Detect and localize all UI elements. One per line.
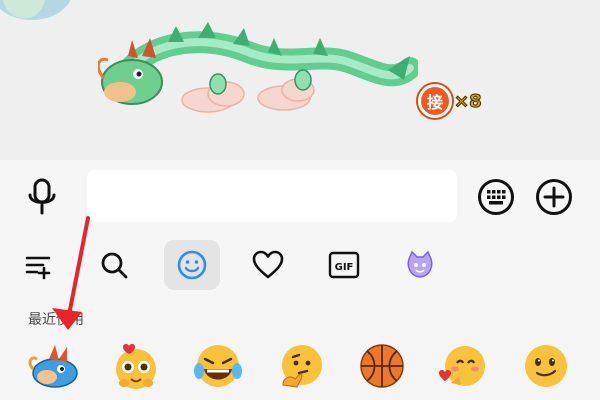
- tab-cat-stickers[interactable]: [392, 240, 448, 290]
- message-input[interactable]: [87, 170, 457, 222]
- input-bar: [0, 160, 600, 234]
- smiley-icon: [177, 250, 207, 280]
- keyboard-icon: [478, 179, 514, 215]
- recent-section-label: 最近使用: [28, 312, 84, 328]
- keyboard-button[interactable]: [476, 177, 516, 217]
- chat-area: 接 ×8: [0, 0, 600, 160]
- tab-gif[interactable]: GIF: [316, 240, 372, 290]
- recent-emoji-row: [0, 334, 600, 400]
- more-button[interactable]: [534, 177, 574, 217]
- heart-kiss-icon: [439, 346, 485, 386]
- reaction-badge: 接: [418, 84, 452, 118]
- tab-favorites[interactable]: [240, 240, 296, 290]
- heart-eyes-pleading-icon: [116, 344, 156, 389]
- microphone-icon: [28, 178, 56, 215]
- tears-of-joy-icon: [194, 345, 242, 387]
- basketball-icon: [360, 344, 404, 388]
- heart-icon: [252, 250, 284, 279]
- tab-list-add[interactable]: [10, 240, 66, 290]
- thinking-face-icon: [282, 345, 322, 388]
- tab-emoji[interactable]: [164, 240, 220, 290]
- basketball-emoji[interactable]: [354, 338, 410, 394]
- gif-label: GIF: [335, 262, 354, 273]
- search-icon: [101, 252, 128, 279]
- thinking-emoji[interactable]: [272, 338, 328, 394]
- reaction-count[interactable]: 接 ×8: [418, 84, 482, 118]
- kiss-heart-emoji[interactable]: [436, 338, 492, 394]
- tab-search[interactable]: [86, 240, 142, 290]
- gif-icon: GIF: [328, 251, 360, 279]
- reaction-multiplier: ×8: [454, 90, 483, 112]
- plus-circle-icon: [536, 179, 572, 215]
- smirk-icon: [525, 345, 567, 387]
- dragon-sticker-emoji[interactable]: [26, 338, 82, 394]
- dragon-sticker-icon: [28, 345, 78, 388]
- pleading-heart-emoji[interactable]: [108, 338, 164, 394]
- cat-sticker-icon: [407, 250, 433, 278]
- laughing-emoji[interactable]: [190, 338, 246, 394]
- avatar[interactable]: [0, 0, 72, 20]
- smirk-emoji[interactable]: [518, 338, 574, 394]
- voice-input-button[interactable]: [20, 175, 64, 219]
- list-add-icon: [25, 256, 51, 280]
- emoji-panel-toolbar: GIF: [0, 234, 600, 296]
- dragon-sticker-message[interactable]: [98, 8, 418, 118]
